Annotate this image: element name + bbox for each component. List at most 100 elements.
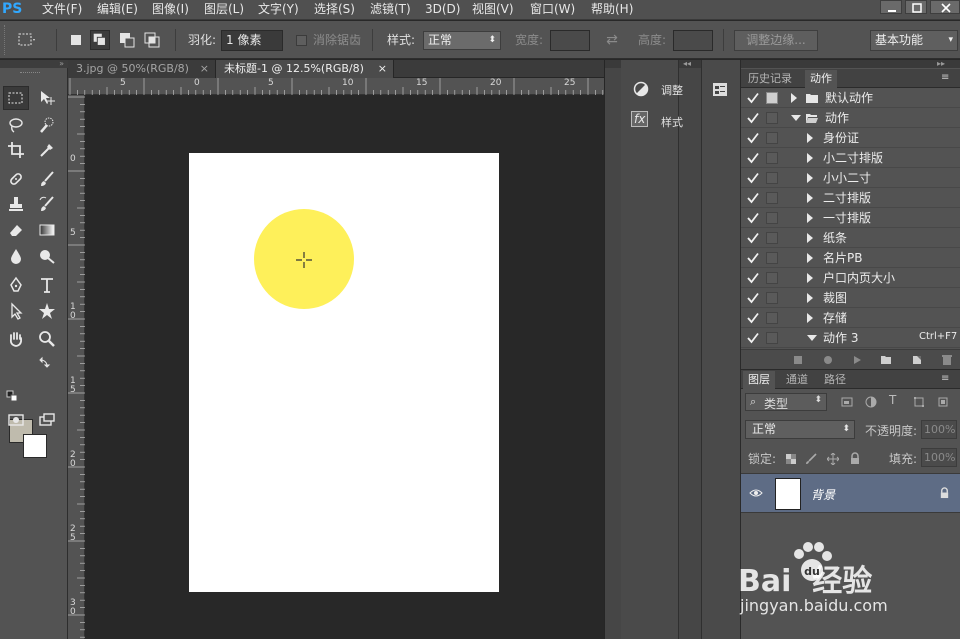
action-row[interactable]: 名片PB: [741, 248, 960, 268]
filter-pixel-icon[interactable]: [841, 396, 853, 408]
checkmark-icon[interactable]: [747, 152, 759, 164]
spot-healing-tool[interactable]: [3, 167, 29, 191]
expand-right-icon[interactable]: [807, 213, 813, 223]
move-tool[interactable]: [34, 86, 60, 110]
toolbox-collapse-icon[interactable]: »: [0, 60, 68, 68]
pen-tool[interactable]: [3, 273, 29, 297]
action-row[interactable]: 身份证: [741, 128, 960, 148]
action-row[interactable]: 动作 3 Ctrl+F7: [741, 328, 960, 348]
dialog-toggle-box[interactable]: [766, 172, 778, 184]
filter-smart-object-icon[interactable]: [937, 396, 949, 408]
eraser-tool[interactable]: [3, 218, 29, 242]
dialog-toggle-box[interactable]: [766, 192, 778, 204]
gradient-tool[interactable]: [34, 218, 60, 242]
marquee-preset-icon[interactable]: [16, 30, 36, 50]
tab-actions[interactable]: 动作: [805, 70, 837, 88]
crop-tool[interactable]: [3, 138, 29, 162]
close-tab-icon[interactable]: ×: [200, 60, 209, 77]
default-colors-icon[interactable]: [6, 390, 18, 402]
refine-edge-button[interactable]: 调整边缘...: [734, 30, 818, 51]
tab-layers[interactable]: 图层: [743, 371, 775, 389]
checkmark-icon[interactable]: [747, 272, 759, 284]
filter-type-icon[interactable]: T: [889, 393, 896, 407]
stop-icon[interactable]: [793, 355, 803, 365]
doc-tab-3jpg[interactable]: 3.jpg @ 50%(RGB/8) ×: [68, 60, 216, 78]
checkmark-icon[interactable]: [747, 172, 759, 184]
layer-filter-select[interactable]: ⌕ 类型 ⬍: [745, 393, 827, 411]
subtract-selection-icon[interactable]: [117, 30, 137, 50]
visibility-eye-icon[interactable]: [749, 488, 763, 498]
checkmark-icon[interactable]: [747, 192, 759, 204]
document-canvas[interactable]: [189, 153, 499, 592]
dialog-toggle-box[interactable]: [766, 312, 778, 324]
opacity-input[interactable]: 100%: [921, 420, 957, 439]
tab-channels[interactable]: 通道: [781, 371, 813, 389]
checkmark-icon[interactable]: [747, 292, 759, 304]
checkmark-icon[interactable]: [747, 312, 759, 324]
trash-icon[interactable]: [941, 354, 953, 366]
layer-row-background[interactable]: 背景: [741, 473, 960, 513]
filter-adjustment-icon[interactable]: [865, 396, 877, 408]
menu-image[interactable]: 图像(I): [152, 0, 189, 20]
dialog-toggle-box[interactable]: [766, 292, 778, 304]
adjustments-panel-button[interactable]: 调整: [625, 76, 683, 100]
new-action-icon[interactable]: [911, 354, 923, 365]
expand-right-icon[interactable]: [807, 273, 813, 283]
lock-pixels-icon[interactable]: [805, 453, 817, 465]
menu-layer[interactable]: 图层(L): [204, 0, 244, 20]
blur-tool[interactable]: [3, 244, 29, 268]
intersect-selection-icon[interactable]: [142, 30, 162, 50]
brush-tool[interactable]: [34, 167, 60, 191]
checkmark-icon[interactable]: [747, 212, 759, 224]
lock-all-icon[interactable]: [849, 452, 861, 465]
menu-filter[interactable]: 滤镜(T): [370, 0, 411, 20]
checkmark-icon[interactable]: [747, 132, 759, 144]
menu-type[interactable]: 文字(Y): [258, 0, 299, 20]
expand-right-icon[interactable]: [807, 173, 813, 183]
eyedropper-tool[interactable]: [34, 138, 60, 162]
antialias-checkbox[interactable]: [296, 35, 307, 46]
action-row[interactable]: 纸条: [741, 228, 960, 248]
action-set-row[interactable]: 动作: [741, 108, 960, 128]
dialog-toggle-box[interactable]: [766, 152, 778, 164]
fill-input[interactable]: 100%: [921, 448, 957, 467]
action-row[interactable]: 一寸排版: [741, 208, 960, 228]
clone-stamp-tool[interactable]: [3, 192, 29, 216]
panel-menu-icon[interactable]: ≡: [941, 72, 949, 83]
styles-panel-button[interactable]: fx 样式: [625, 108, 683, 132]
collapse-panel-icon[interactable]: ▸▸: [937, 60, 945, 68]
close-window-button[interactable]: [930, 0, 960, 14]
expand-right-icon[interactable]: [807, 253, 813, 263]
checkmark-icon[interactable]: [747, 252, 759, 264]
add-selection-icon[interactable]: [90, 30, 110, 50]
quick-selection-tool[interactable]: [34, 113, 60, 137]
menu-file[interactable]: 文件(F): [42, 0, 82, 20]
zoom-tool[interactable]: [34, 327, 60, 351]
lock-transparency-icon[interactable]: [785, 453, 797, 465]
menu-window[interactable]: 窗口(W): [530, 0, 575, 20]
maximize-button[interactable]: [905, 0, 927, 14]
record-icon[interactable]: [823, 355, 833, 365]
checkmark-icon[interactable]: [747, 112, 759, 124]
dialog-toggle-box[interactable]: [766, 212, 778, 224]
lasso-tool[interactable]: [3, 113, 29, 137]
custom-shape-tool[interactable]: [34, 299, 60, 323]
new-selection-icon[interactable]: [66, 30, 86, 50]
action-row[interactable]: 存储: [741, 308, 960, 328]
expand-right-icon[interactable]: [807, 293, 813, 303]
play-icon[interactable]: [852, 355, 862, 365]
menu-edit[interactable]: 编辑(E): [97, 0, 138, 20]
panel-menu-icon[interactable]: ≡: [941, 373, 949, 384]
history-brush-tool[interactable]: [34, 192, 60, 216]
hand-tool[interactable]: [3, 327, 29, 351]
dialog-toggle-box[interactable]: [766, 252, 778, 264]
minimize-button[interactable]: [880, 0, 902, 14]
checkmark-icon[interactable]: [747, 332, 759, 344]
background-color-swatch[interactable]: [23, 434, 47, 458]
height-input[interactable]: [673, 30, 713, 51]
dialog-toggle-box[interactable]: [766, 232, 778, 244]
dialog-toggle-box[interactable]: [766, 272, 778, 284]
checkmark-icon[interactable]: [747, 92, 759, 104]
style-select[interactable]: 正常 ⬍: [423, 31, 501, 50]
path-selection-tool[interactable]: [3, 299, 29, 323]
